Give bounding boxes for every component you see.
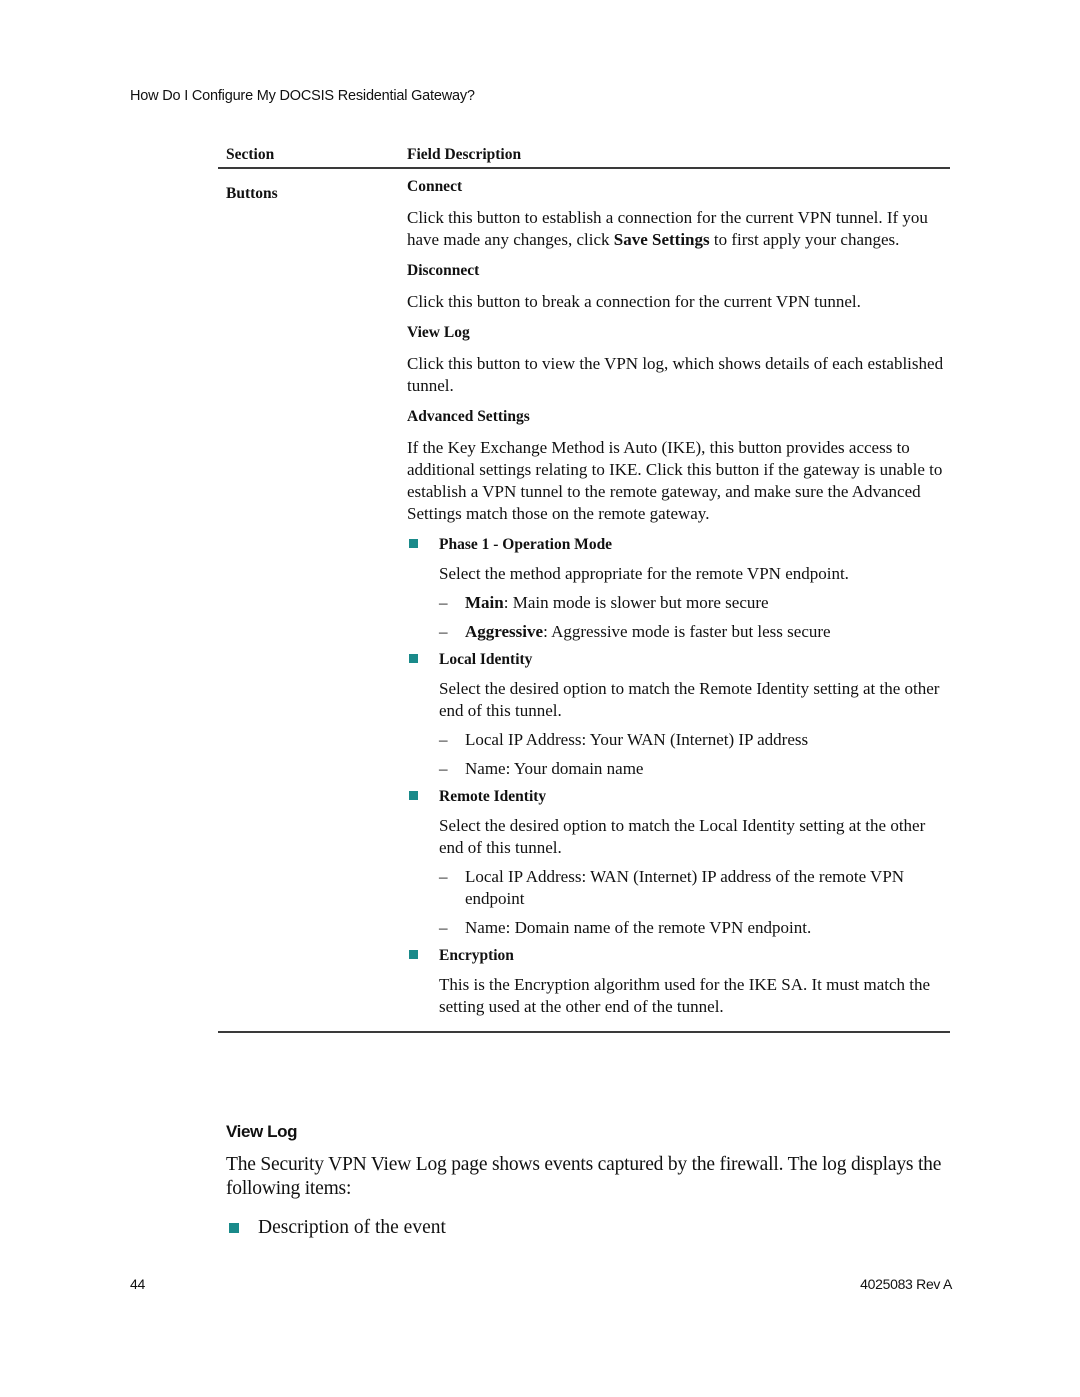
dash-icon: – xyxy=(439,867,448,886)
column-header-section: Section xyxy=(226,146,275,163)
text-span: to first apply your changes. xyxy=(709,230,900,249)
square-bullet-icon xyxy=(409,539,418,548)
field-text-view-log: Click this button to view the VPN log, w… xyxy=(407,354,944,395)
sub-item-text: Name: Domain name of the remote VPN endp… xyxy=(465,918,812,937)
bullet-text: Description of the event xyxy=(258,1217,446,1238)
list-item: Remote Identity Select the desired optio… xyxy=(407,787,947,939)
field-description-table: Section Field Description Buttons Connec… xyxy=(218,146,950,1033)
sub-item-text: : Main mode is slower but more secure xyxy=(503,593,769,612)
square-bullet-icon xyxy=(229,1223,239,1233)
section-cell: Buttons xyxy=(226,185,278,202)
sub-list-item: – Name: Domain name of the remote VPN end… xyxy=(439,917,947,939)
field-text-connect: Click this button to establish a connect… xyxy=(407,207,947,251)
field-title-view-log: View Log xyxy=(407,324,470,341)
dash-icon: – xyxy=(439,918,448,937)
sub-item-label: Main xyxy=(465,593,504,612)
bullet-text: Select the desired option to match the L… xyxy=(439,816,926,857)
save-settings-ref: Save Settings xyxy=(613,230,710,249)
sub-list-item: – Local IP Address: Your WAN (Internet) I… xyxy=(439,729,947,751)
description-cell: Connect Click this button to establish a… xyxy=(407,177,947,1018)
field-title-disconnect: Disconnect xyxy=(407,262,480,279)
bullet-text: This is the Encryption algorithm used fo… xyxy=(439,975,931,1016)
sub-list-item: – Aggressive: Aggressive mode is faster b… xyxy=(439,621,947,643)
sub-item-text: Local IP Address: Your WAN (Internet) IP… xyxy=(465,730,809,749)
sub-item-text: Name: Your domain name xyxy=(465,759,644,778)
running-header: How Do I Configure My DOCSIS Residential… xyxy=(130,88,475,104)
sub-list-item: – Local IP Address: WAN (Internet) IP add… xyxy=(439,866,947,910)
dash-icon: – xyxy=(439,730,448,749)
dash-icon: – xyxy=(439,759,448,778)
sub-item-text: : Aggressive mode is faster but less sec… xyxy=(543,622,831,641)
sub-item-label: Aggressive xyxy=(465,622,544,641)
field-text-advanced-settings: If the Key Exchange Method is Auto (IKE)… xyxy=(407,438,943,523)
dash-icon: – xyxy=(439,622,448,641)
square-bullet-icon xyxy=(409,791,418,800)
bullet-title: Local Identity xyxy=(439,651,533,668)
table-header-row: Section Field Description xyxy=(218,146,950,169)
column-header-field-description: Field Description xyxy=(407,146,522,163)
sub-item-text: Local IP Address: WAN (Internet) IP addr… xyxy=(465,867,905,908)
list-item: Local Identity Select the desired option… xyxy=(407,650,947,780)
bullet-title: Phase 1 - Operation Mode xyxy=(439,536,613,553)
field-title-advanced-settings: Advanced Settings xyxy=(407,408,530,425)
list-item: Description of the event xyxy=(226,1216,446,1240)
dash-icon: – xyxy=(439,593,448,612)
bullet-text: Select the method appropriate for the re… xyxy=(439,564,849,583)
view-log-paragraph: The Security VPN View Log page shows eve… xyxy=(226,1154,942,1199)
page-number: 44 xyxy=(130,1276,145,1292)
document-id: 4025083 Rev A xyxy=(860,1276,952,1292)
sub-list-item: – Main: Main mode is slower but more secu… xyxy=(439,592,947,614)
field-text-disconnect: Click this button to break a connection … xyxy=(407,292,861,311)
field-title-connect: Connect xyxy=(407,178,463,195)
square-bullet-icon xyxy=(409,950,418,959)
section-heading-view-log: View Log xyxy=(226,1122,298,1141)
list-item: Phase 1 - Operation Mode Select the meth… xyxy=(407,535,947,643)
sub-list-item: – Name: Your domain name xyxy=(439,758,947,780)
bullet-text: Select the desired option to match the R… xyxy=(439,679,940,720)
bullet-title: Remote Identity xyxy=(439,788,547,805)
table-row: Buttons Connect Click this button to est… xyxy=(218,177,950,1033)
bullet-title: Encryption xyxy=(439,947,514,964)
list-item: Encryption This is the Encryption algori… xyxy=(407,946,947,1018)
square-bullet-icon xyxy=(409,654,418,663)
